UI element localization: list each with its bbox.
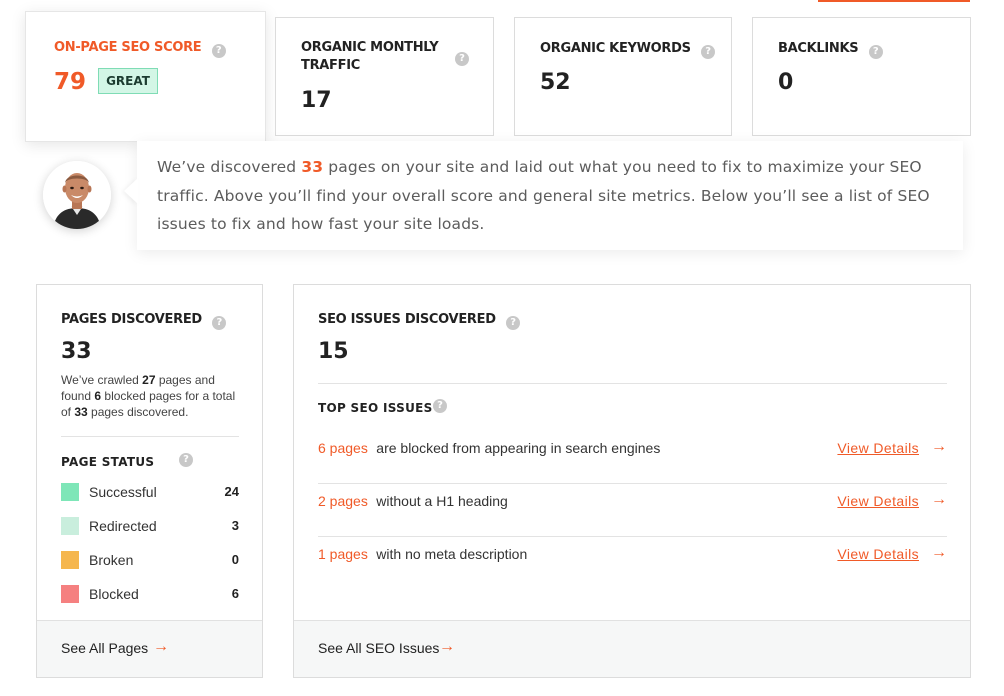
issue-text: are blocked from appearing in search eng…: [376, 440, 661, 456]
seo-issues-card-footer: See All SEO Issues →: [294, 620, 970, 677]
arrow-right-icon[interactable]: →: [153, 638, 169, 656]
arrow-right-icon[interactable]: →: [931, 438, 947, 456]
organic-traffic-title: ORGANIC MONTHLY TRAFFIC: [301, 39, 451, 75]
help-icon[interactable]: ?: [211, 44, 226, 58]
pages-discovered-title: PAGES DISCOVERED: [61, 312, 202, 327]
organic-keywords-card: ORGANIC KEYWORDS ? 52: [514, 17, 732, 136]
issue-count-link[interactable]: 1 pages: [318, 546, 368, 562]
status-swatch: [61, 483, 79, 501]
status-row-successful: Successful 24: [61, 483, 239, 501]
status-label: Redirected: [89, 518, 157, 534]
seo-issues-title: SEO ISSUES DISCOVERED: [318, 312, 496, 327]
status-row-broken: Broken 0: [61, 551, 239, 569]
help-icon[interactable]: ?: [433, 399, 447, 413]
status-row-redirected: Redirected 3: [61, 517, 239, 535]
pages-card-footer: See All Pages →: [37, 620, 262, 677]
organic-traffic-title-line2: TRAFFIC: [301, 58, 360, 73]
status-swatch: [61, 551, 79, 569]
status-swatch: [61, 585, 79, 603]
status-count: 24: [224, 484, 239, 499]
page-status-title: PAGE STATUS: [61, 455, 155, 469]
person-avatar-icon: [43, 161, 111, 229]
issue-row: 1 pages with no meta description View De…: [318, 537, 947, 590]
help-icon[interactable]: ?: [455, 52, 469, 66]
organic-monthly-traffic-card: ORGANIC MONTHLY TRAFFIC ? 17: [275, 17, 494, 136]
divider: [318, 383, 947, 384]
help-icon[interactable]: ?: [868, 45, 883, 59]
arrow-right-icon[interactable]: →: [931, 544, 947, 562]
organic-traffic-value: 17: [301, 88, 332, 113]
see-all-seo-issues-link[interactable]: See All SEO Issues: [318, 640, 439, 656]
help-icon[interactable]: ?: [179, 453, 193, 467]
pages-discovered-card: PAGES DISCOVERED ? 33 We’ve crawled 27 p…: [36, 284, 263, 678]
help-icon[interactable]: ?: [701, 45, 716, 59]
status-count: 0: [231, 552, 239, 567]
view-details-link[interactable]: View Details: [837, 493, 919, 509]
issue-text: with no meta description: [376, 546, 528, 562]
score-status-badge: GREAT: [98, 68, 158, 94]
view-details-link[interactable]: View Details: [837, 546, 919, 562]
arrow-right-icon[interactable]: →: [931, 491, 947, 509]
divider: [61, 436, 239, 437]
backlinks-title: BACKLINKS: [778, 41, 859, 56]
issue-count-link[interactable]: 2 pages: [318, 493, 368, 509]
avatar: [43, 161, 111, 229]
intro-message-bubble: We’ve discovered 33 pages on your site a…: [137, 141, 963, 250]
intro-pages-count: 33: [301, 158, 324, 176]
seo-issues-value: 15: [318, 339, 349, 364]
arrow-right-icon[interactable]: →: [439, 638, 455, 656]
onpage-seo-score-title: ON-PAGE SEO SCORE: [54, 40, 202, 55]
status-row-blocked: Blocked 6: [61, 585, 239, 603]
onpage-seo-score-card: ON-PAGE SEO SCORE ? 79 GREAT: [25, 11, 266, 142]
organic-traffic-title-line1: ORGANIC MONTHLY: [301, 40, 439, 55]
top-seo-issues-title: TOP SEO ISSUES: [318, 401, 433, 415]
bubble-tail: [124, 178, 138, 204]
organic-keywords-value: 52: [540, 70, 571, 95]
see-all-pages-link[interactable]: See All Pages: [61, 640, 148, 656]
status-count: 3: [231, 518, 239, 533]
issue-text: without a H1 heading: [376, 493, 508, 509]
onpage-seo-score-value: 79: [54, 69, 87, 95]
status-label: Broken: [89, 552, 134, 568]
status-swatch: [61, 517, 79, 535]
status-label: Blocked: [89, 586, 139, 602]
seo-issues-card: SEO ISSUES DISCOVERED ? 15 TOP SEO ISSUE…: [293, 284, 971, 678]
intro-message-text: We’ve discovered 33 pages on your site a…: [157, 158, 930, 233]
backlinks-value: 0: [778, 70, 794, 95]
pages-discovered-description: We’ve crawled 27 pages and found 6 block…: [61, 373, 236, 419]
organic-keywords-title: ORGANIC KEYWORDS: [540, 41, 691, 56]
help-icon[interactable]: ?: [212, 316, 227, 330]
status-count: 6: [231, 586, 239, 601]
issue-count-link[interactable]: 6 pages: [318, 440, 368, 456]
pages-discovered-value: 33: [61, 339, 92, 364]
top-accent-bar: [818, 0, 970, 2]
issue-row: 6 pages are blocked from appearing in se…: [318, 431, 947, 484]
help-icon[interactable]: ?: [506, 316, 521, 330]
status-label: Successful: [89, 484, 157, 500]
issue-row: 2 pages without a H1 heading View Detail…: [318, 484, 947, 537]
backlinks-card: BACKLINKS ? 0: [752, 17, 971, 136]
view-details-link[interactable]: View Details: [837, 440, 919, 456]
